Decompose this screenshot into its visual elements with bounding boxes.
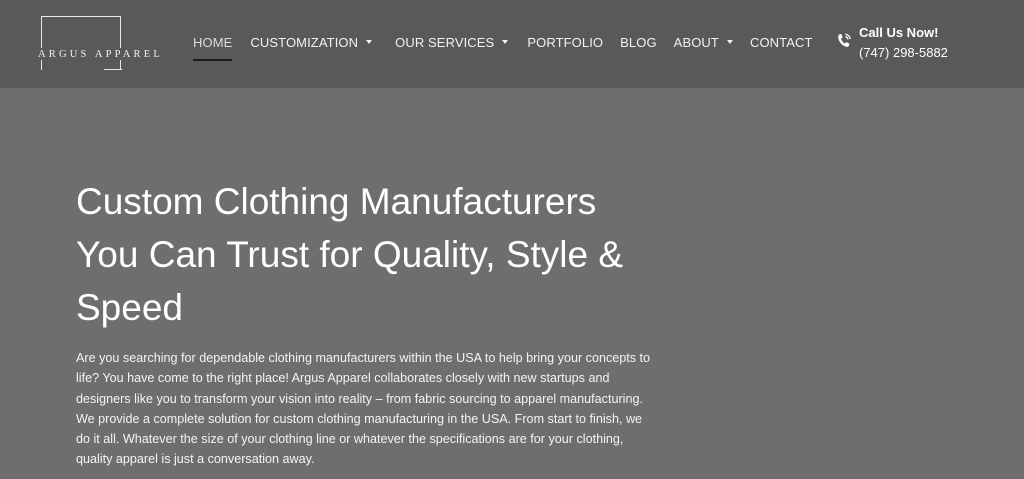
nav-item-customization[interactable]: CUSTOMIZATION xyxy=(250,28,373,56)
caret-down-icon xyxy=(366,40,373,44)
hero-description: Are you searching for dependable clothin… xyxy=(76,351,651,467)
phone-icon xyxy=(838,33,851,47)
logo-frame xyxy=(41,16,121,70)
logo-text: ARGUS APPAREL xyxy=(38,48,165,60)
nav-item-our-services[interactable]: OUR SERVICES xyxy=(395,28,509,56)
phone-number-link[interactable]: (747) 298-5882 xyxy=(859,45,948,60)
main-nav: HOME CUSTOMIZATION OUR SERVICES PORTFOLI… xyxy=(193,28,813,61)
nav-item-label: OUR SERVICES xyxy=(395,34,495,50)
nav-item-label: PORTFOLIO xyxy=(527,34,604,50)
nav-item-label: HOME xyxy=(193,34,233,50)
nav-item-label: CUSTOMIZATION xyxy=(250,34,359,50)
nav-item-home[interactable]: HOME xyxy=(193,28,233,61)
nav-item-contact[interactable]: CONTACT xyxy=(750,28,813,56)
call-title: Call Us Now! xyxy=(859,25,939,40)
hero-title: Custom Clothing Manufacturers You Can Tr… xyxy=(76,181,624,328)
caret-down-icon xyxy=(502,40,509,44)
site-header: ARGUS APPAREL HOME CUSTOMIZATION OUR SER… xyxy=(0,0,1024,88)
nav-item-blog[interactable]: BLOG xyxy=(620,28,657,56)
caret-down-icon xyxy=(726,40,733,44)
nav-item-label: CONTACT xyxy=(749,34,813,50)
nav-item-label: BLOG xyxy=(620,34,657,50)
logo-frame-line xyxy=(104,69,122,70)
nav-item-portfolio[interactable]: PORTFOLIO xyxy=(527,28,603,56)
nav-item-about[interactable]: ABOUT xyxy=(674,28,733,56)
nav-item-label: ABOUT xyxy=(673,34,719,50)
